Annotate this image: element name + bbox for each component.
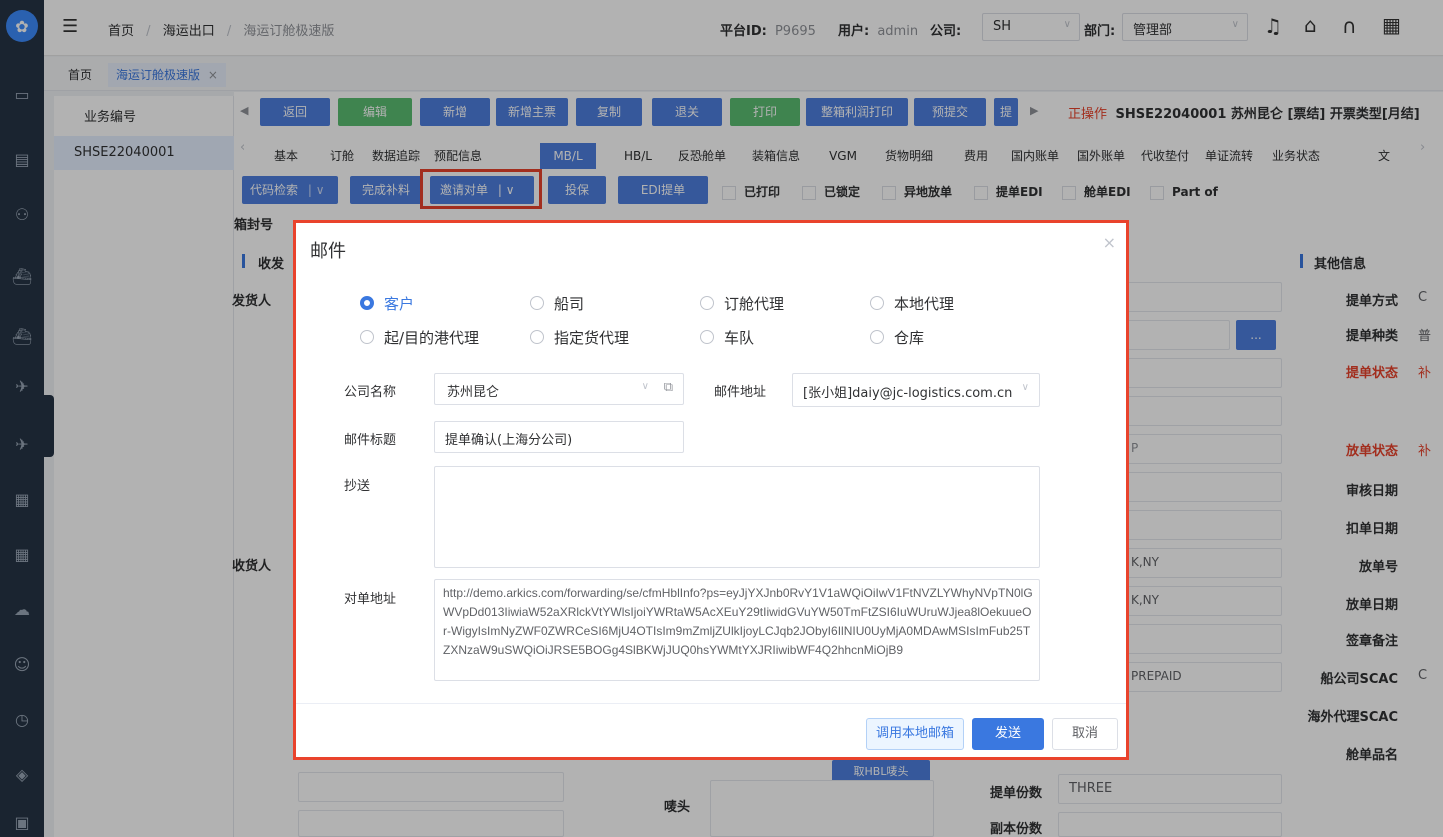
radio-booking-agent[interactable]: 订舱代理 (700, 293, 784, 315)
radio-booking-agent-label: 订舱代理 (724, 295, 785, 313)
radio-warehouse[interactable]: 仓库 (870, 327, 924, 349)
radio-dot (360, 295, 374, 310)
radio-nominated-forwarder[interactable]: 指定货代理 (530, 327, 629, 349)
subject-input[interactable]: 提单确认(上海分公司) (434, 421, 684, 453)
cancel-button[interactable]: 取消 (1052, 718, 1118, 750)
radio-nominated-forwarder-label: 指定货代理 (554, 329, 630, 347)
company-name-value: 苏州昆仑 (447, 385, 500, 400)
radio-dot (360, 329, 374, 344)
email-address-select[interactable]: [张小姐]daiy@jc-logistics.com.cn ∨ (792, 373, 1040, 407)
company-name-select[interactable]: 苏州昆仑 ∨ ⧉ (434, 373, 684, 405)
subject-label: 邮件标题 (344, 433, 397, 448)
radio-dot (530, 295, 544, 310)
email-address-value: [张小姐]daiy@jc-logistics.com.cn (803, 386, 1013, 401)
company-name-label: 公司名称 (344, 385, 397, 400)
cc-textarea[interactable] (434, 466, 1040, 568)
radio-port-agent-label: 起/目的港代理 (384, 329, 480, 347)
send-button[interactable]: 发送 (972, 718, 1044, 750)
radio-local-agent-label: 本地代理 (894, 295, 955, 313)
dialog-footer-divider (296, 703, 1126, 704)
email-address-label: 邮件地址 (714, 385, 767, 400)
email-dialog: 邮件 × 客户 船司 订舱代理 本地代理 起/目的港代理 指定货代理 车队 仓库… (293, 220, 1129, 760)
radio-customer-label: 客户 (384, 295, 415, 313)
radio-trucking-label: 车队 (724, 329, 755, 347)
radio-dot (530, 329, 544, 344)
close-icon[interactable]: × (1103, 233, 1116, 252)
chevron-down-icon: ∨ (641, 381, 649, 392)
radio-local-agent[interactable]: 本地代理 (870, 293, 954, 315)
radio-warehouse-label: 仓库 (894, 329, 925, 347)
radio-dot (870, 295, 884, 310)
chevron-down-icon: ∨ (1021, 382, 1029, 393)
subject-value: 提单确认(上海分公司) (445, 433, 573, 448)
review-url-label: 对单地址 (344, 592, 397, 607)
radio-carrier-label: 船司 (554, 295, 585, 313)
radio-dot (700, 295, 714, 310)
radio-carrier[interactable]: 船司 (530, 293, 584, 315)
review-url-value: http://demo.arkics.com/forwarding/se/cfm… (443, 586, 1033, 657)
radio-port-agent[interactable]: 起/目的港代理 (360, 327, 479, 349)
radio-trucking[interactable]: 车队 (700, 327, 754, 349)
radio-customer[interactable]: 客户 (360, 293, 414, 315)
radio-dot (870, 329, 884, 344)
dialog-title: 邮件 (310, 241, 346, 262)
cc-label: 抄送 (344, 479, 371, 494)
review-url-textarea[interactable]: http://demo.arkics.com/forwarding/se/cfm… (434, 579, 1040, 681)
radio-dot (700, 329, 714, 344)
copy-icon[interactable]: ⧉ (664, 380, 673, 395)
use-local-mailbox-button[interactable]: 调用本地邮箱 (866, 718, 964, 750)
